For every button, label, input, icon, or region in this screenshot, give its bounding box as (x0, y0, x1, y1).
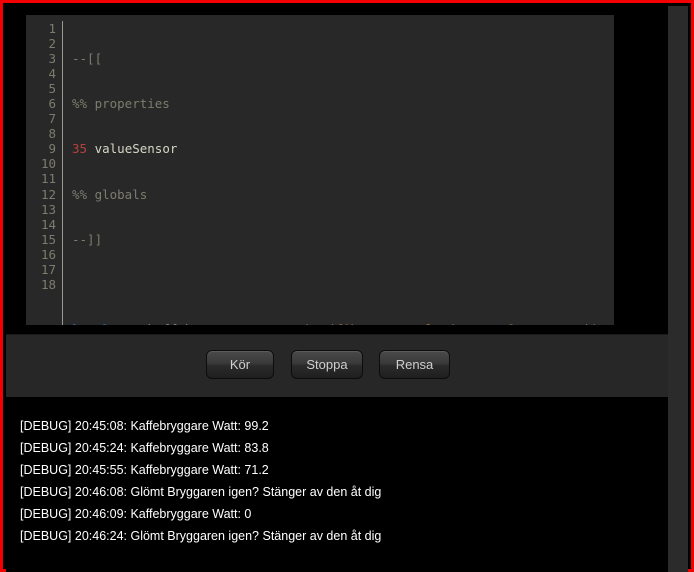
debug-log-line: [DEBUG] 20:46:24: Glömt Bryggaren igen? … (20, 529, 382, 543)
page-scrollbar-thumb[interactable] (668, 6, 688, 536)
line-number: 16 (40, 246, 56, 262)
line-number: 13 (40, 201, 56, 217)
code-line: --[[ (72, 51, 103, 67)
code-line: %% properties (72, 96, 170, 112)
line-number: 7 (48, 111, 56, 127)
stop-button[interactable]: Stoppa (291, 350, 363, 379)
line-number: 5 (48, 81, 56, 97)
clear-button[interactable]: Rensa (379, 350, 450, 379)
code-line: 35 valueSensor (72, 141, 178, 157)
line-number: 17 (40, 261, 56, 277)
line-number: 6 (48, 96, 56, 112)
editor-line-number-gutter: 1 2 3 4 5 6 7 8 9 10 11 12 13 14 15 16 1… (26, 21, 63, 325)
editor-toolbar: Kör Stoppa Rensa (6, 334, 674, 397)
debug-log-line: [DEBUG] 20:45:55: Kaffebryggare Watt: 71… (20, 463, 269, 477)
code-line: %% globals (72, 186, 148, 202)
code-text-area[interactable]: --[[ %% properties 35 valueSensor %% glo… (63, 21, 614, 325)
line-number: 12 (40, 186, 56, 202)
line-number: 10 (40, 156, 56, 172)
code-line: --]] (72, 231, 103, 247)
line-number: 15 (40, 231, 56, 247)
debug-log-line: [DEBUG] 20:46:09: Kaffebryggare Watt: 0 (20, 507, 252, 521)
code-line: local Wattkaffebryggare = tonumber(fibar… (72, 322, 614, 325)
debug-log-line: [DEBUG] 20:46:08: Glömt Bryggaren igen? … (20, 485, 382, 499)
debug-console[interactable]: [DEBUG] 20:45:08: Kaffebryggare Watt: 99… (6, 401, 674, 572)
page-scrollbar[interactable] (668, 6, 688, 572)
line-number: 9 (48, 141, 56, 157)
line-number: 18 (40, 276, 56, 292)
line-number: 14 (40, 216, 56, 232)
line-number: 4 (48, 66, 56, 82)
line-number: 11 (40, 171, 56, 187)
debug-log-line: [DEBUG] 20:45:08: Kaffebryggare Watt: 99… (20, 419, 269, 433)
run-button[interactable]: Kör (206, 350, 274, 379)
line-number: 2 (48, 36, 56, 52)
debug-log-line: [DEBUG] 20:45:24: Kaffebryggare Watt: 83… (20, 441, 269, 455)
line-number: 1 (48, 21, 56, 36)
line-number: 8 (48, 126, 56, 142)
code-editor[interactable]: 1 2 3 4 5 6 7 8 9 10 11 12 13 14 15 16 1… (26, 15, 614, 325)
line-number: 3 (48, 51, 56, 67)
page-frame: 1 2 3 4 5 6 7 8 9 10 11 12 13 14 15 16 1… (0, 0, 694, 572)
